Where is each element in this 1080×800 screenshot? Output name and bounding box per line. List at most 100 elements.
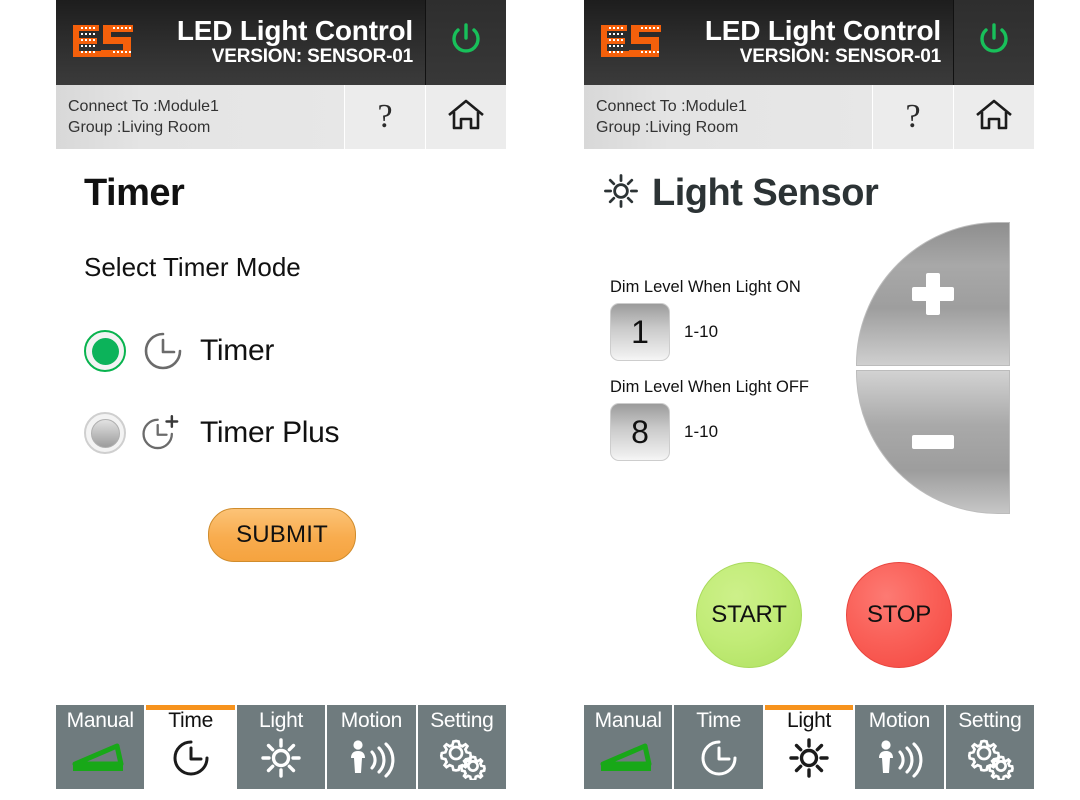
connection-info: Connect To :Module1 Group :Living Room [56, 85, 344, 149]
logo-container [56, 0, 148, 85]
select-timer-mode-label: Select Timer Mode [84, 252, 301, 282]
start-button-label: START [711, 601, 787, 628]
nav-label-manual: Manual [594, 709, 662, 732]
nav-tab-manual[interactable]: Manual [584, 705, 675, 789]
app-version: VERSION: SENSOR-01 [739, 46, 941, 68]
question-mark-icon: ? [377, 98, 393, 135]
nav-label-light: Light [786, 709, 832, 732]
dim-level-on-input[interactable]: 1 [610, 303, 670, 361]
home-button[interactable] [953, 85, 1034, 149]
connection-bar: Connect To :Module1 Group :Living Room ? [56, 85, 506, 150]
clock-icon [169, 735, 213, 781]
radio-option-timer-plus[interactable]: Timer Plus [84, 410, 340, 456]
home-icon [445, 96, 487, 139]
radio-label-timer-plus: Timer Plus [200, 416, 340, 449]
minus-icon [912, 435, 954, 449]
radio-option-timer[interactable]: Timer [84, 328, 274, 374]
app-header: LED Light Control VERSION: SENSOR-01 [584, 0, 1034, 85]
radio-button-timer-plus[interactable] [84, 412, 126, 454]
clock-icon [140, 328, 186, 374]
dim-level-on-value: 1 [631, 313, 649, 350]
power-icon [974, 20, 1014, 65]
radio-label-timer: Timer [200, 334, 275, 367]
group-label: Group :Living Room [68, 119, 211, 136]
connect-to-label: Connect To :Module1 [596, 97, 747, 115]
bottom-nav-left: Manual Time Light Motion Setting [56, 705, 507, 789]
sun-icon [259, 735, 303, 781]
dimmer-wedge-icon [597, 735, 659, 781]
nav-tab-light[interactable]: Light [764, 705, 856, 789]
power-icon [446, 20, 486, 65]
app-title: LED Light Control [704, 14, 941, 46]
help-button[interactable]: ? [872, 85, 953, 149]
es-pixel-logo-icon [65, 17, 139, 69]
es-pixel-logo-icon [593, 17, 667, 69]
nav-tab-time[interactable]: Time [146, 705, 237, 789]
nav-tab-time[interactable]: Time [674, 705, 765, 789]
dim-level-off-range: 1-10 [684, 422, 719, 441]
nav-tab-setting[interactable]: Setting [945, 705, 1035, 789]
home-icon [973, 96, 1015, 139]
dim-level-on-row: 1 1-10 [610, 303, 801, 361]
dim-level-on-range: 1-10 [684, 322, 719, 341]
dim-level-off-value: 8 [631, 413, 649, 450]
help-button[interactable]: ? [344, 85, 425, 149]
dim-level-stepper [856, 222, 1010, 514]
motion-sensor-icon [871, 735, 927, 781]
stop-button[interactable]: STOP [846, 562, 952, 668]
submit-button[interactable]: SUBMIT [208, 508, 356, 562]
nav-label-time: Time [696, 709, 741, 732]
clock-icon [697, 735, 741, 781]
logo-container [584, 0, 676, 85]
app-title-block: LED Light Control VERSION: SENSOR-01 [676, 0, 953, 85]
nav-label-time: Time [168, 709, 213, 732]
timer-screen: LED Light Control VERSION: SENSOR-01 Con… [56, 0, 507, 800]
light-sensor-body: Light Sensor Dim Level When Light ON 1 1… [584, 150, 1034, 716]
dim-level-on-group: Dim Level When Light ON 1 1-10 [610, 278, 801, 361]
page-title-row: Light Sensor [602, 172, 879, 215]
nav-tab-motion[interactable]: Motion [327, 705, 418, 789]
nav-label-setting: Setting [958, 709, 1022, 732]
app-header: LED Light Control VERSION: SENSOR-01 [56, 0, 506, 85]
question-mark-icon: ? [905, 98, 921, 135]
page-title: Light Sensor [652, 172, 879, 214]
light-sensor-screen: LED Light Control VERSION: SENSOR-01 Con… [584, 0, 1035, 800]
radio-button-timer[interactable] [84, 330, 126, 372]
nav-tab-motion[interactable]: Motion [855, 705, 946, 789]
start-button[interactable]: START [696, 562, 802, 668]
page-title: Timer [84, 172, 185, 214]
group-label: Group :Living Room [596, 119, 739, 136]
dimmer-wedge-icon [69, 735, 131, 781]
gears-icon [964, 735, 1016, 781]
app-version: VERSION: SENSOR-01 [211, 46, 413, 68]
nav-tab-manual[interactable]: Manual [56, 705, 147, 789]
nav-tab-setting[interactable]: Setting [417, 705, 507, 789]
motion-sensor-icon [343, 735, 399, 781]
nav-label-manual: Manual [66, 709, 134, 732]
power-button[interactable] [425, 0, 506, 85]
dim-level-off-row: 8 1-10 [610, 403, 809, 461]
nav-label-setting: Setting [430, 709, 494, 732]
dim-level-off-group: Dim Level When Light OFF 8 1-10 [610, 378, 809, 461]
app-title: LED Light Control [176, 14, 413, 46]
submit-button-label: SUBMIT [236, 521, 328, 548]
nav-label-motion: Motion [340, 709, 403, 732]
nav-tab-light[interactable]: Light [236, 705, 328, 789]
timer-body: Timer Select Timer Mode Timer Timer Plus… [56, 150, 506, 716]
power-button[interactable] [953, 0, 1034, 85]
decrease-button[interactable] [856, 370, 1010, 514]
gears-icon [436, 735, 488, 781]
connection-bar: Connect To :Module1 Group :Living Room ? [584, 85, 1034, 150]
nav-label-motion: Motion [868, 709, 931, 732]
bottom-nav-right: Manual Time Light Motion Setting [584, 705, 1035, 789]
dim-level-on-label: Dim Level When Light ON [610, 278, 801, 296]
increase-button[interactable] [856, 222, 1010, 366]
nav-label-light: Light [258, 709, 304, 732]
dim-level-off-label: Dim Level When Light OFF [610, 378, 809, 396]
sun-icon [787, 735, 831, 781]
home-button[interactable] [425, 85, 506, 149]
dim-level-off-input[interactable]: 8 [610, 403, 670, 461]
clock-plus-icon [140, 410, 186, 456]
sun-icon [602, 172, 640, 215]
connection-info: Connect To :Module1 Group :Living Room [584, 85, 872, 149]
